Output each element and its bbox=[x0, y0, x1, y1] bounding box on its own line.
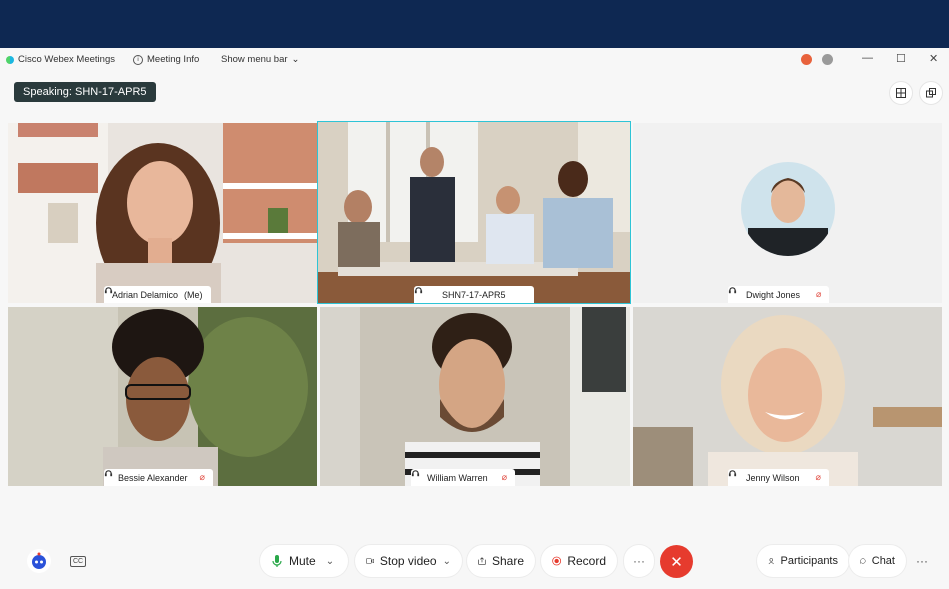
microphone-icon bbox=[272, 555, 282, 567]
recording-status-icon[interactable] bbox=[801, 54, 812, 65]
closed-captions-icon: CC bbox=[69, 555, 87, 567]
video-tile-adrian[interactable]: Adrian Delamico (Me) bbox=[8, 123, 317, 303]
audio-icon bbox=[104, 470, 113, 477]
chat-button[interactable]: Chat bbox=[849, 545, 906, 577]
more-dots-icon: ··· bbox=[633, 554, 645, 568]
participant-video bbox=[318, 122, 630, 303]
name-label: Jenny Wilson ⌀ bbox=[728, 469, 829, 486]
audio-icon bbox=[728, 470, 737, 477]
name-label: SHN7-17-APR5 bbox=[414, 286, 534, 303]
participant-video bbox=[8, 123, 317, 303]
audio-icon bbox=[728, 287, 737, 294]
webex-logo-icon bbox=[6, 55, 14, 64]
participants-button[interactable]: Participants bbox=[757, 545, 849, 577]
audio-icon bbox=[411, 470, 420, 477]
assistant-bot-icon bbox=[32, 552, 46, 569]
grid-icon bbox=[896, 88, 906, 98]
audio-icon bbox=[414, 287, 423, 294]
close-icon: ✕ bbox=[670, 553, 683, 571]
share-icon bbox=[478, 557, 486, 565]
share-button[interactable]: Share bbox=[467, 545, 535, 577]
person-icon bbox=[768, 558, 774, 565]
audio-icon bbox=[104, 287, 113, 294]
participant-avatar bbox=[741, 162, 835, 256]
participant-video bbox=[633, 307, 942, 486]
minimize-button[interactable]: — bbox=[862, 52, 873, 64]
info-icon: i bbox=[133, 54, 143, 65]
name-label: Adrian Delamico (Me) bbox=[104, 286, 211, 303]
more-options-button[interactable]: ··· bbox=[624, 545, 654, 577]
mute-button[interactable]: Mute ⌄ bbox=[260, 545, 348, 577]
muted-mic-icon: ⌀ bbox=[199, 472, 205, 482]
chevron-down-icon: ⌄ bbox=[291, 54, 300, 65]
name-label: Bessie Alexander ⌀ bbox=[104, 469, 213, 486]
name-label: William Warren ⌀ bbox=[411, 469, 516, 486]
speaking-indicator: Speaking: SHN-17-APR5 bbox=[14, 82, 156, 102]
muted-mic-icon: ⌀ bbox=[501, 472, 508, 482]
layout-grid-button[interactable] bbox=[889, 81, 913, 105]
meeting-info-button[interactable]: i Meeting Info bbox=[133, 54, 199, 65]
end-meeting-button[interactable]: ✕ bbox=[660, 545, 693, 578]
video-camera-icon bbox=[366, 558, 374, 564]
overflow-menu-button[interactable]: ··· bbox=[911, 554, 933, 568]
maximize-button[interactable]: ☐ bbox=[896, 52, 906, 65]
participant-video bbox=[320, 307, 630, 486]
chevron-down-icon[interactable]: ⌄ bbox=[443, 556, 451, 567]
close-window-button[interactable]: ✕ bbox=[929, 52, 938, 65]
chat-bubble-icon bbox=[860, 558, 866, 565]
network-status-icon[interactable] bbox=[822, 54, 833, 65]
video-tile-bessie[interactable]: Bessie Alexander ⌀ bbox=[8, 307, 317, 486]
app-title: Cisco Webex Meetings bbox=[6, 54, 115, 65]
record-icon bbox=[552, 556, 562, 566]
title-bar: Cisco Webex Meetings i Meeting Info Show… bbox=[0, 48, 949, 72]
participant-video bbox=[8, 307, 317, 486]
minimize-stage-button[interactable] bbox=[919, 81, 943, 105]
muted-mic-icon: ⌀ bbox=[816, 289, 822, 299]
closed-captions-button[interactable]: CC bbox=[66, 549, 90, 573]
header-band bbox=[0, 0, 949, 48]
video-tile-william[interactable]: William Warren ⌀ bbox=[320, 307, 630, 486]
video-tile-dwight[interactable]: Dwight Jones ⌀ bbox=[633, 123, 942, 303]
show-menu-bar-button[interactable]: Show menu bar ⌄ bbox=[221, 54, 300, 65]
stop-video-button[interactable]: Stop video ⌄ bbox=[355, 545, 462, 577]
webex-assistant-button[interactable] bbox=[27, 549, 51, 573]
record-button[interactable]: Record bbox=[541, 545, 617, 577]
name-label: Dwight Jones ⌀ bbox=[728, 286, 830, 303]
muted-mic-icon: ⌀ bbox=[815, 472, 821, 482]
video-tile-jenny[interactable]: Jenny Wilson ⌀ bbox=[633, 307, 942, 486]
overlap-windows-icon bbox=[926, 88, 936, 98]
chevron-down-icon[interactable]: ⌄ bbox=[326, 556, 334, 567]
video-tile-shn7[interactable]: SHN7-17-APR5 bbox=[317, 121, 631, 304]
more-dots-icon: ··· bbox=[916, 554, 928, 568]
